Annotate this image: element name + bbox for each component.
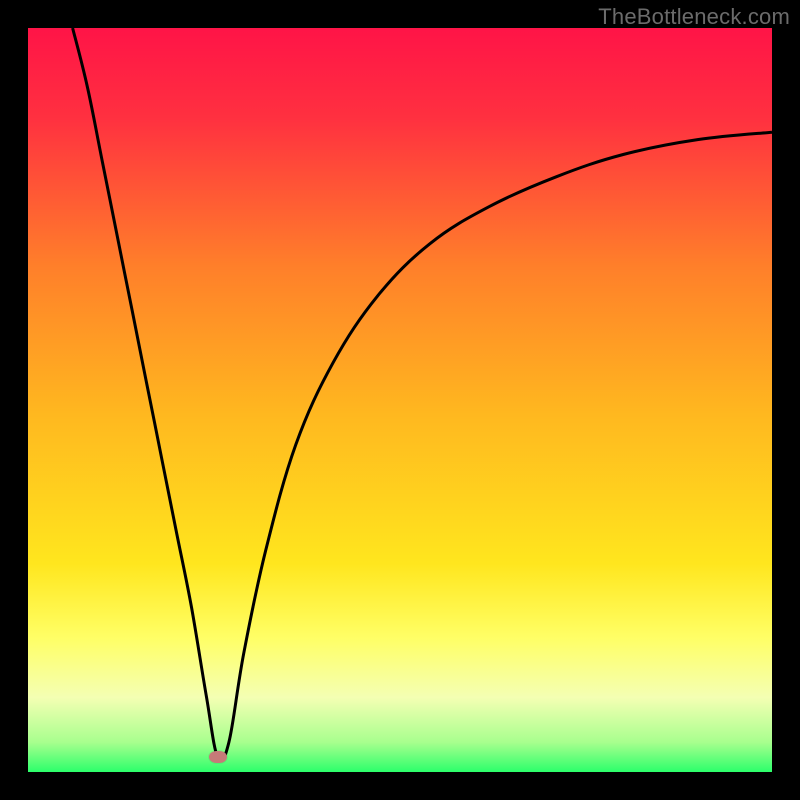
bottleneck-chart: TheBottleneck.com xyxy=(0,0,800,800)
curve-svg xyxy=(28,28,772,772)
minimum-marker-icon xyxy=(209,751,227,763)
plot-area xyxy=(28,28,772,772)
watermark-text: TheBottleneck.com xyxy=(598,4,790,30)
bottleneck-curve-path xyxy=(73,28,772,761)
